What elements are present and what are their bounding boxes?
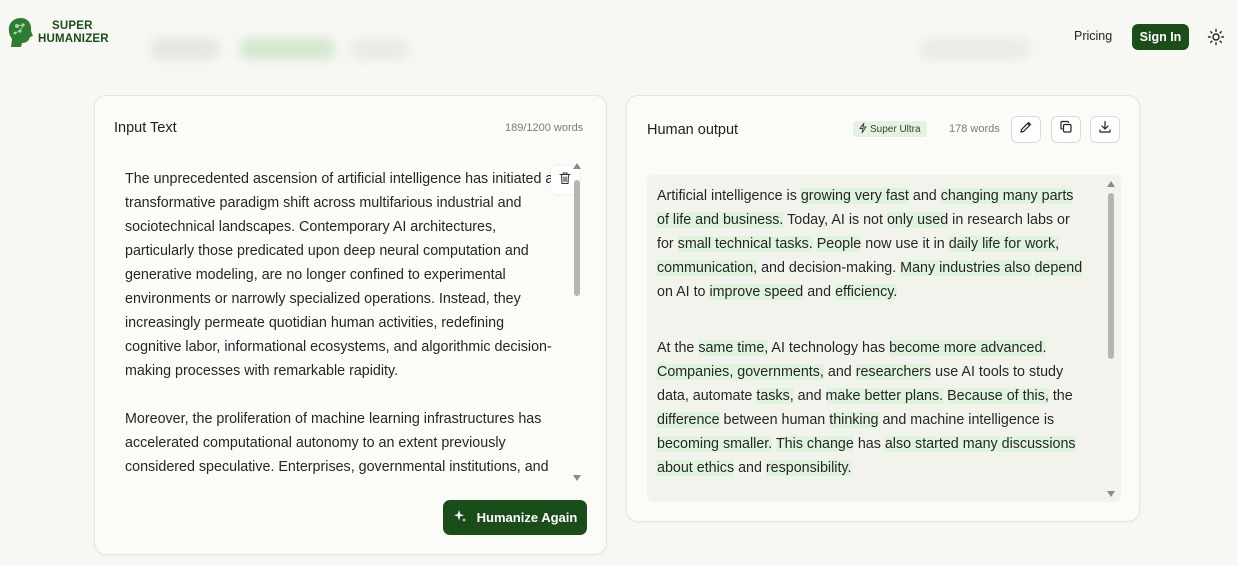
input-textarea[interactable]: The unprecedented ascension of artificia…: [115, 158, 587, 488]
mode-badge-label: Super Ultra: [870, 123, 921, 135]
changed-phrase: growing very fast: [800, 188, 909, 204]
plain-text: AI technology has: [768, 340, 890, 356]
output-scrollbar-thumb[interactable]: [1108, 193, 1114, 359]
output-textarea[interactable]: Artificial intelligence is growing very …: [647, 175, 1121, 502]
blurred-nav-item-active: [240, 38, 335, 60]
logo-line-2: HUMANIZER: [38, 33, 109, 45]
humanize-button-label: Humanize Again: [476, 510, 578, 525]
input-paragraph-2: Moreover, the proliferation of machine l…: [125, 411, 549, 475]
changed-phrase: communication,: [657, 260, 758, 276]
brain-head-logo-icon: [6, 16, 36, 50]
output-paragraph-2: At the same time, AI technology has beco…: [657, 336, 1087, 480]
changed-phrase: difference: [657, 412, 720, 428]
changed-phrase: become more advanced.: [889, 340, 1047, 356]
output-paragraph-1: Artificial intelligence is growing very …: [657, 184, 1087, 304]
plain-text: has: [853, 436, 885, 452]
plain-text: between human: [719, 412, 830, 428]
changed-phrase: This change: [775, 436, 854, 452]
pencil-icon: [1019, 120, 1033, 139]
plain-text: now use it in: [861, 236, 949, 252]
plain-text: on AI to: [657, 284, 710, 300]
plain-text: and decision-making.: [757, 260, 901, 276]
blurred-nav-item: [350, 38, 410, 60]
output-scroll-up-arrow[interactable]: [1107, 181, 1115, 187]
changed-phrase: improve speed: [709, 284, 804, 300]
sign-in-button[interactable]: Sign In: [1132, 24, 1189, 50]
download-output-button[interactable]: [1090, 116, 1120, 143]
output-scroll-down-arrow[interactable]: [1107, 491, 1115, 497]
changed-phrase: researchers: [855, 364, 932, 380]
changed-phrase: also started many discussions: [884, 436, 1076, 452]
input-word-count: 189/1200 words: [505, 122, 584, 134]
logo[interactable]: SUPER HUMANIZER: [6, 16, 109, 50]
plain-text: Today, AI is not: [783, 212, 887, 228]
trash-icon: [558, 171, 572, 190]
pricing-link[interactable]: Pricing: [1074, 29, 1112, 43]
changed-phrase: Many industries also: [900, 260, 1031, 276]
changed-phrase: same time,: [698, 340, 769, 356]
bolt-icon: [859, 122, 867, 136]
plain-text: and: [734, 460, 766, 476]
input-scrollbar-thumb[interactable]: [574, 180, 580, 296]
sparkle-icon: [453, 509, 467, 526]
plain-text: At the: [657, 340, 699, 356]
changed-phrase: becoming smaller.: [657, 436, 773, 452]
sun-icon[interactable]: [1207, 28, 1225, 46]
changed-phrase: small technical tasks.: [677, 236, 813, 252]
plain-text: and machine intelligence is: [878, 412, 1055, 428]
input-paragraph-1: The unprecedented ascension of artificia…: [125, 171, 554, 379]
copy-output-button[interactable]: [1051, 116, 1081, 143]
changed-phrase: of life and business.: [657, 212, 784, 228]
mode-badge: Super Ultra: [853, 121, 927, 137]
changed-phrase: thinking: [829, 412, 879, 428]
blurred-nav-item: [150, 38, 220, 60]
plain-text: and: [823, 364, 856, 380]
changed-phrase: depend: [1034, 260, 1083, 276]
input-title: Input Text: [114, 120, 177, 136]
changed-phrase: Companies, governments,: [657, 364, 824, 380]
download-icon: [1098, 120, 1112, 139]
changed-phrase: efficiency.: [835, 284, 898, 300]
copy-icon: [1059, 120, 1073, 139]
humanize-again-button[interactable]: Humanize Again: [443, 500, 587, 535]
output-card: Human output Super Ultra 178 words Artif…: [626, 95, 1140, 522]
output-title: Human output: [647, 122, 739, 138]
changed-phrase: changing many parts: [940, 188, 1074, 204]
plain-text: and: [793, 388, 826, 404]
changed-phrase: daily life for work,: [948, 236, 1060, 252]
changed-phrase: responsibility.: [765, 460, 852, 476]
input-card: Input Text 189/1200 words The unpreceden…: [94, 95, 607, 555]
logo-line-1: SUPER: [52, 20, 93, 32]
changed-phrase: People: [816, 236, 862, 252]
changed-phrase: about ethics: [657, 460, 735, 476]
top-header: SUPER HUMANIZER Pricing Sign In: [0, 0, 1238, 78]
changed-phrase: only used: [886, 212, 949, 228]
plain-text: and: [908, 188, 941, 204]
output-word-count: 178 words: [949, 123, 1000, 135]
changed-phrase: make better plans.: [825, 388, 944, 404]
scroll-up-arrow[interactable]: [573, 163, 581, 169]
plain-text: and: [803, 284, 836, 300]
changed-phrase: Because of this,: [947, 388, 1049, 404]
edit-output-button[interactable]: [1011, 116, 1041, 143]
blurred-nav-item: [920, 38, 1030, 60]
changed-phrase: tasks,: [756, 388, 794, 404]
scroll-down-arrow[interactable]: [573, 475, 581, 481]
plain-text: the: [1048, 388, 1073, 404]
plain-text: Artificial intelligence is: [657, 188, 801, 204]
